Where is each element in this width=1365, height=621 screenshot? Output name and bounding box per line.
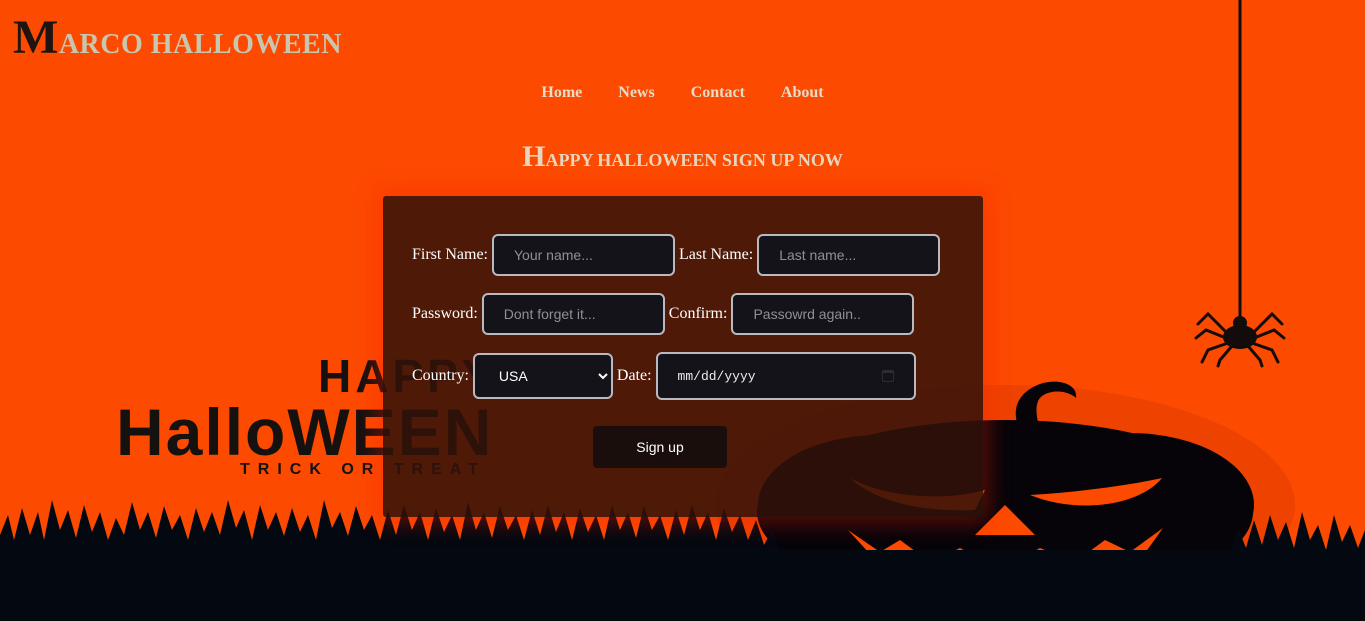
site-title-initial: M [13,11,59,64]
date-placeholder: mm/dd/yyyy [677,368,756,384]
site-title: Marco halloween [13,14,342,62]
signup-form: First Name: Last Name: Password: Confirm… [383,196,983,517]
last-name-label: Last Name: [679,246,754,263]
last-name-input[interactable] [757,234,941,276]
country-select[interactable]: USA [472,353,613,399]
nav-link-about[interactable]: About [781,84,824,102]
first-name-label: First Name: [412,246,488,263]
calendar-icon[interactable] [881,370,894,382]
confirm-label: Confirm: [668,305,728,322]
spider-icon [1194,0,1286,368]
country-label: Country: [412,367,469,384]
nav-link-news[interactable]: News [618,84,654,102]
name-row: First Name: Last Name: [412,234,944,276]
first-name-input[interactable] [492,234,675,276]
signup-heading: Happy halloween sign up now [0,140,1365,174]
nav-link-contact[interactable]: Contact [691,84,745,102]
password-label: Password: [412,305,478,322]
site-title-rest: arco halloween [58,29,342,60]
country-date-row: Country: USA Date: mm/dd/yyyy [412,352,916,400]
signup-button[interactable]: Sign up [593,426,727,468]
signup-heading-rest: appy halloween sign up now [545,150,843,170]
main-nav: Home News Contact About [0,84,1365,102]
confirm-password-input[interactable] [731,293,915,335]
date-label: Date: [616,367,652,384]
password-row: Password: Confirm: [412,293,918,335]
nav-link-home[interactable]: Home [541,84,582,102]
password-input[interactable] [481,293,665,335]
date-input[interactable]: mm/dd/yyyy [655,352,916,400]
signup-heading-initial: H [522,140,546,173]
